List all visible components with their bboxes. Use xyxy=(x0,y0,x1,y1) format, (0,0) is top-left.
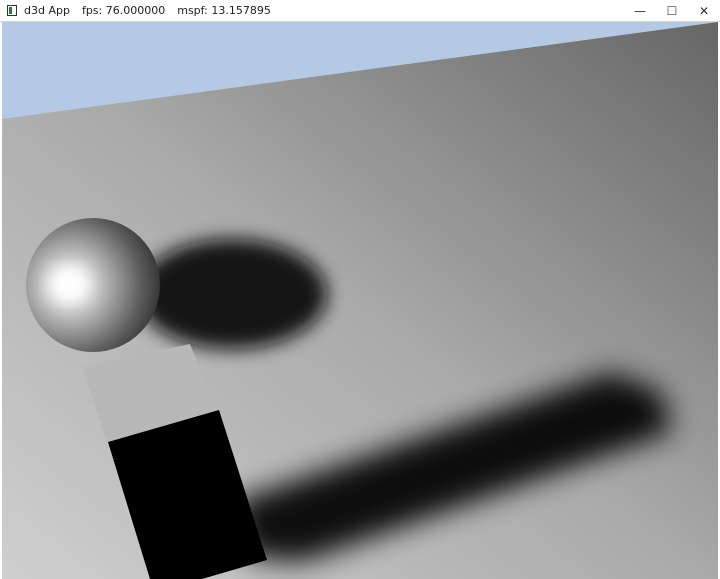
sphere xyxy=(26,218,160,352)
app-title: d3d App xyxy=(24,4,70,17)
render-viewport[interactable] xyxy=(2,22,718,579)
title-bar[interactable]: d3d App fps: 76.000000 mspf: 13.157895 — ☐… xyxy=(0,0,720,22)
close-button[interactable]: ✕ xyxy=(688,0,720,22)
minimize-button[interactable]: — xyxy=(624,0,656,22)
sphere-specular-highlight xyxy=(50,269,86,299)
window-controls: — ☐ ✕ xyxy=(624,0,720,22)
mspf-readout: mspf: 13.157895 xyxy=(177,4,271,17)
fps-readout: fps: 76.000000 xyxy=(81,4,166,17)
app-icon xyxy=(7,5,17,16)
scene-canvas xyxy=(2,22,718,579)
sphere-shadow xyxy=(137,239,327,349)
window-title: d3d App fps: 76.000000 mspf: 13.157895 xyxy=(24,4,271,17)
maximize-button[interactable]: ☐ xyxy=(656,0,688,22)
